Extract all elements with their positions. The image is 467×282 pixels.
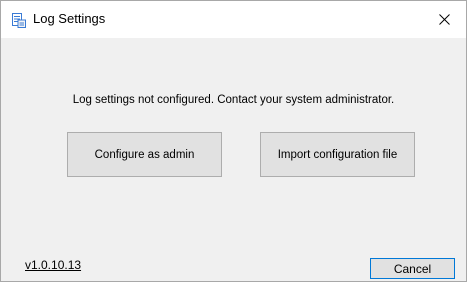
import-configuration-file-button[interactable]: Import configuration file <box>260 132 415 177</box>
configure-as-admin-button[interactable]: Configure as admin <box>67 132 222 177</box>
version-link[interactable]: v1.0.10.13 <box>25 258 81 272</box>
close-button[interactable] <box>422 1 466 38</box>
status-message: Log settings not configured. Contact you… <box>72 94 395 106</box>
cancel-button[interactable]: Cancel <box>370 258 455 279</box>
window-title: Log Settings <box>33 11 106 26</box>
close-icon <box>438 14 450 25</box>
log-settings-dialog: Log Settings Log settings not configured… <box>0 0 467 282</box>
title-bar: Log Settings <box>1 1 466 38</box>
log-settings-icon <box>12 13 26 28</box>
